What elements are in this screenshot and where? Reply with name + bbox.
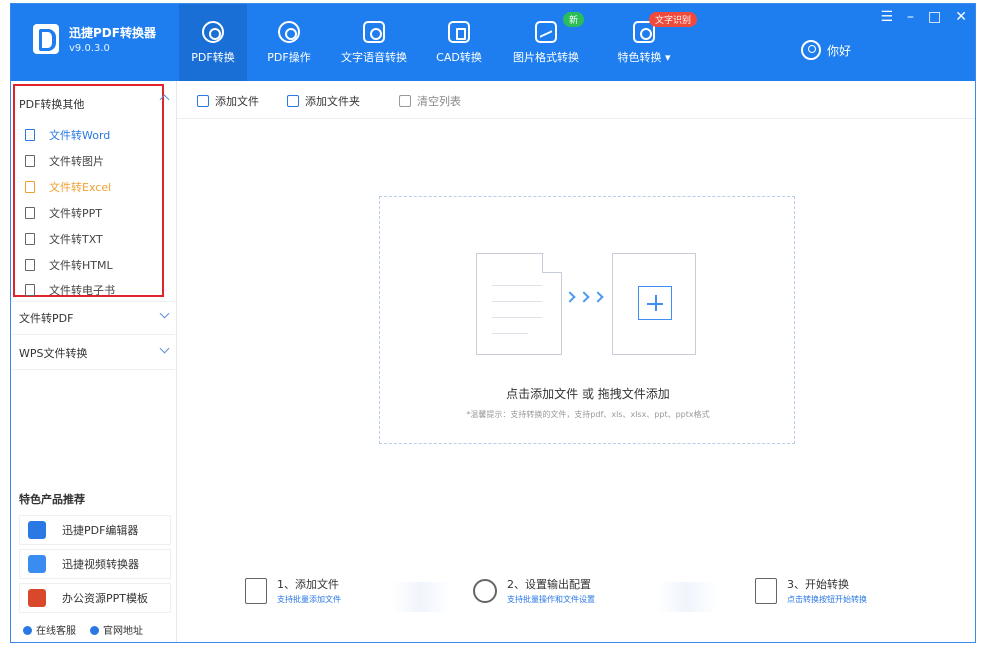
- close-icon[interactable]: ✕: [955, 10, 967, 24]
- doc-line: [492, 301, 542, 302]
- app-logo-icon: [33, 24, 59, 54]
- toolbar: 添加文件 添加文件夹 清空列表: [177, 81, 975, 119]
- doc-line: [492, 333, 528, 334]
- chevron-down-icon[interactable]: [159, 343, 170, 354]
- add-file-step-icon: [245, 577, 267, 604]
- sidebar: PDF转换其他 文件转Word 文件转图片 文件转Excel 文件转PPT 文件…: [11, 81, 177, 642]
- featured-title: 特色产品推荐: [19, 493, 85, 506]
- tab-text-voice[interactable]: 文字语音转换: [329, 4, 419, 81]
- tab-label: PDF转换: [191, 50, 235, 64]
- user-greeting: 你好: [826, 43, 851, 58]
- menu-icon[interactable]: ☰: [880, 10, 893, 24]
- dropzone-hint: *温馨提示：支持转换的文件，支持pdf、xls、xlsx、ppt、pptx格式: [466, 410, 710, 419]
- dropzone-title: 点击添加文件 或 拖拽文件添加: [506, 387, 670, 401]
- featured-ppt-templates[interactable]: 办公资源PPT模板: [19, 583, 171, 613]
- image-file-icon: [25, 155, 35, 167]
- step-separator: [391, 582, 451, 612]
- main-panel: 添加文件 添加文件夹 清空列表 点击添加文件 或 拖拽文件添加 *温馨提示：支持…: [177, 81, 975, 642]
- app-window: 迅捷PDF转换器 v9.0.3.0 PDF转换 PDF操作 文字语音转换 CAD…: [10, 3, 976, 643]
- divider: [11, 301, 175, 302]
- document-fold: [542, 253, 562, 273]
- group-pdf-to-other[interactable]: PDF转换其他: [19, 96, 84, 112]
- file-icon: [25, 207, 35, 219]
- cad-convert-icon: [448, 20, 470, 43]
- browser-icon: [90, 626, 99, 635]
- group-file-to-pdf[interactable]: 文件转PDF: [19, 310, 73, 326]
- user-profile[interactable]: 你好: [800, 40, 851, 60]
- sidebar-item-to-txt[interactable]: 文件转TXT: [25, 231, 103, 247]
- convert-icon: [755, 577, 777, 604]
- top-bar: 迅捷PDF转换器 v9.0.3.0 PDF转换 PDF操作 文字语音转换 CAD…: [11, 4, 975, 81]
- app-name: 迅捷PDF转换器: [69, 26, 156, 40]
- service-icon: [23, 626, 32, 635]
- sidebar-item-to-word[interactable]: 文件转Word: [25, 127, 110, 143]
- divider: [11, 334, 175, 335]
- add-file-icon: [197, 95, 209, 107]
- tab-label: 特色转换 ▾: [617, 50, 671, 64]
- pdf-editor-icon: [28, 521, 46, 539]
- app-version: v9.0.3.0: [69, 43, 110, 54]
- featured-pdf-editor[interactable]: 迅捷PDF编辑器: [19, 515, 171, 545]
- file-icon: [25, 259, 35, 271]
- sidebar-item-to-ppt[interactable]: 文件转PPT: [25, 205, 102, 221]
- step-separator: [657, 582, 717, 612]
- sidebar-item-to-ebook[interactable]: 文件转电子书: [25, 282, 115, 298]
- sidebar-item-to-image[interactable]: 文件转图片: [25, 153, 104, 169]
- online-service-link[interactable]: 在线客服: [23, 622, 76, 637]
- file-icon: [25, 284, 35, 296]
- step-output-config: 2、设置输出配置 支持批量操作和文件设置: [473, 576, 595, 605]
- featured-video-converter[interactable]: 迅捷视频转换器: [19, 549, 171, 579]
- arrows-icon: [564, 291, 604, 303]
- steps-bar: 1、添加文件 支持批量添加文件 2、设置输出配置 支持批量操作和文件设置 3、开…: [177, 576, 975, 620]
- website-link[interactable]: 官网地址: [90, 622, 143, 637]
- file-icon: [25, 129, 35, 141]
- brand: 迅捷PDF转换器 v9.0.3.0: [33, 24, 156, 54]
- divider: [11, 369, 175, 370]
- doc-line: [492, 285, 542, 286]
- video-converter-icon: [28, 555, 46, 573]
- maximize-icon[interactable]: □: [928, 10, 941, 24]
- ocr-badge: 文字识别: [649, 12, 698, 27]
- file-dropzone[interactable]: 点击添加文件 或 拖拽文件添加 *温馨提示：支持转换的文件，支持pdf、xls、…: [379, 196, 795, 444]
- sidebar-item-to-html[interactable]: 文件转HTML: [25, 257, 113, 273]
- step-start-convert: 3、开始转换 点击转换按钮开始转换: [755, 576, 867, 605]
- new-badge: 新: [563, 12, 585, 27]
- tab-label: PDF操作: [267, 50, 311, 64]
- add-folder-button[interactable]: 添加文件夹: [287, 93, 360, 109]
- plus-icon[interactable]: [638, 286, 672, 320]
- ppt-template-icon: [28, 589, 46, 607]
- minimize-icon[interactable]: –: [907, 10, 914, 24]
- file-icon: [25, 233, 35, 245]
- file-icon: [25, 181, 35, 193]
- sidebar-item-to-excel[interactable]: 文件转Excel: [25, 179, 111, 195]
- tab-label: 图片格式转换: [513, 50, 579, 64]
- folder-icon: [287, 95, 299, 107]
- bottom-links: 在线客服 官网地址: [23, 622, 143, 637]
- window-controls: ☰ – □ ✕: [880, 10, 967, 24]
- add-file-button[interactable]: 添加文件: [197, 93, 259, 109]
- group-wps-convert[interactable]: WPS文件转换: [19, 345, 88, 361]
- pdf-operate-icon: [278, 20, 300, 43]
- pdf-convert-icon: [202, 20, 224, 43]
- step-add-file: 1、添加文件 支持批量添加文件: [245, 576, 341, 605]
- chevron-down-icon[interactable]: [159, 308, 170, 319]
- text-voice-icon: [363, 20, 385, 43]
- tab-label: CAD转换: [436, 50, 482, 64]
- doc-line: [492, 317, 542, 318]
- tab-pdf-operate[interactable]: PDF操作: [255, 4, 323, 81]
- user-avatar-icon: [800, 40, 821, 60]
- gear-icon: [473, 578, 497, 603]
- clear-list-button[interactable]: 清空列表: [399, 93, 461, 109]
- trash-icon: [399, 95, 411, 107]
- tab-cad-convert[interactable]: CAD转换: [425, 4, 493, 81]
- tab-label: 文字语音转换: [341, 50, 407, 64]
- image-convert-icon: [535, 20, 557, 43]
- tab-pdf-convert[interactable]: PDF转换: [179, 4, 247, 81]
